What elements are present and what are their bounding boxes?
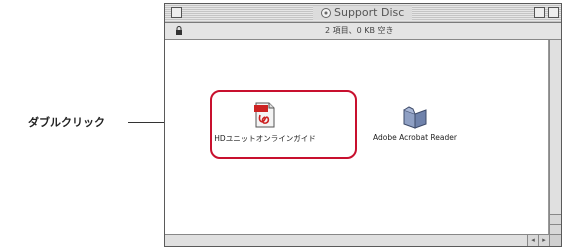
vertical-scrollbar[interactable]: [549, 40, 561, 234]
double-click-highlight: [210, 90, 357, 159]
scroll-left-arrow[interactable]: ◂: [527, 235, 538, 246]
window-title-text: Support Disc: [334, 6, 405, 19]
window-title: Support Disc: [313, 6, 413, 20]
disk-info-text: 2 項目、0 KB 空き: [325, 26, 394, 35]
double-click-annotation: ダブルクリック: [28, 116, 105, 129]
scroll-down-arrow[interactable]: [550, 224, 561, 234]
info-bar: 2 項目、0 KB 空き: [165, 23, 561, 40]
scroll-up-arrow[interactable]: [550, 214, 561, 224]
close-box[interactable]: [171, 7, 182, 18]
horizontal-scrollbar[interactable]: ◂ ▸: [165, 234, 549, 246]
folder-label: Adobe Acrobat Reader: [373, 133, 457, 142]
resize-grow-box[interactable]: [549, 234, 561, 246]
disc-icon: [321, 8, 331, 18]
acrobat-folder-item[interactable]: Adobe Acrobat Reader: [365, 106, 465, 142]
collapse-box[interactable]: [548, 7, 559, 18]
lock-icon: [176, 26, 182, 35]
zoom-box[interactable]: [534, 7, 545, 18]
scroll-right-arrow[interactable]: ▸: [538, 235, 549, 246]
folder-icon: [403, 106, 427, 129]
window-titlebar[interactable]: Support Disc: [165, 4, 561, 23]
